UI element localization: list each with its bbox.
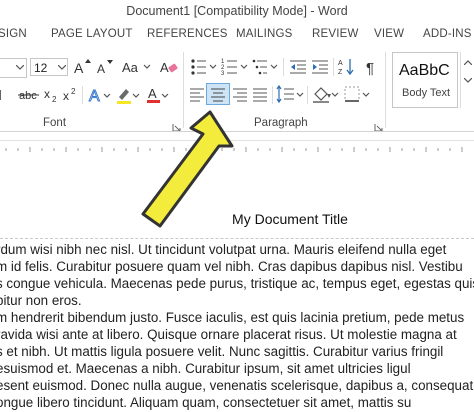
document-line[interactable]: esent euismod. Donec nulla augue, venena… (0, 378, 473, 394)
document-line[interactable]: ravida wisi ante at libero. Quisque orna… (0, 327, 457, 343)
strikethrough-partial-icon[interactable] (0, 88, 12, 102)
document-line[interactable]: s et nibh. Ut mattis ligula posuere veli… (0, 344, 443, 360)
bullets-icon[interactable] (190, 57, 218, 77)
svg-text:Z: Z (338, 69, 343, 76)
svg-text:3: 3 (221, 71, 225, 77)
svg-text:x: x (44, 87, 50, 101)
grow-font-icon[interactable]: A (72, 57, 92, 77)
align-right-icon[interactable] (230, 84, 250, 104)
text-highlight-color-icon[interactable] (116, 85, 140, 105)
style-body-text[interactable]: AaBbC Body Text (392, 52, 458, 108)
svg-text:A: A (338, 60, 343, 67)
page-break-line (0, 238, 474, 239)
align-left-icon[interactable] (187, 84, 207, 104)
style-preview: AaBbC (399, 62, 450, 79)
svg-text:2: 2 (71, 87, 76, 96)
svg-text:A: A (97, 62, 105, 76)
ribbon-bottom-border (0, 131, 474, 132)
shading-icon[interactable] (311, 84, 339, 104)
styles-down-icon (464, 78, 472, 83)
paragraph-inner-separator (283, 58, 284, 76)
align-center-icon (211, 88, 225, 102)
strikethrough-icon[interactable]: abc (18, 86, 40, 104)
font-dialog-launcher-icon[interactable] (172, 119, 181, 132)
decrease-indent-icon[interactable] (288, 57, 308, 77)
document-line[interactable]: bitur non eros. (0, 293, 82, 309)
styles-scroll[interactable] (460, 52, 474, 108)
sort-icon[interactable]: AZ (337, 57, 357, 77)
line-spacing-icon[interactable] (276, 84, 304, 104)
tab-references[interactable]: REFERENCES (147, 28, 228, 40)
change-case-icon[interactable]: Aa (120, 57, 154, 77)
superscript-icon[interactable]: x2 (62, 86, 80, 104)
document-line[interactable]: ongue libero tincidunt. Aliquam quam, co… (0, 395, 411, 411)
font-size-value: 12 (34, 61, 48, 75)
justify-icon[interactable] (250, 84, 270, 104)
borders-icon[interactable] (342, 84, 370, 104)
tab-design[interactable]: SIGN (0, 28, 27, 40)
paragraph-inner-separator-3 (272, 86, 273, 104)
document-title[interactable]: My Document Title (200, 211, 380, 227)
text-effects-icon[interactable]: A (88, 85, 112, 105)
increase-indent-icon[interactable] (310, 57, 330, 77)
document-line[interactable]: rdum wisi nibh nec nisl. Ut tincidunt vo… (0, 242, 446, 258)
font-size-dropdown-icon (58, 65, 66, 70)
svg-text:A: A (89, 88, 100, 105)
paragraph-inner-separator-4 (307, 86, 308, 104)
svg-text:abc: abc (19, 90, 37, 102)
window-title: Document1 [Compatibility Mode] - Word (126, 4, 348, 18)
svg-text:2: 2 (52, 95, 57, 104)
svg-text:x: x (63, 89, 69, 103)
font-name-dropdown-icon[interactable] (14, 58, 26, 76)
paragraph-group-label: Paragraph (254, 117, 308, 129)
paragraph-dialog-launcher-icon[interactable] (374, 119, 383, 132)
document-line[interactable]: m id felis. Curabitur posuere quam vel n… (0, 259, 463, 275)
svg-text:A: A (160, 60, 169, 75)
style-name: Body Text (402, 87, 451, 99)
font-group-label: Font (43, 117, 67, 129)
tab-mailings[interactable]: MAILINGS (236, 28, 293, 40)
document-line[interactable]: s congue vehicula. Maecenas pede purus, … (0, 276, 474, 292)
font-paragraph-separator (183, 52, 184, 128)
tab-page-layout[interactable]: PAGE LAYOUT (51, 28, 133, 40)
svg-text:A: A (74, 60, 84, 76)
paragraph-inner-separator-2 (333, 58, 334, 76)
numbering-icon[interactable]: 123 (221, 57, 249, 77)
tab-view[interactable]: VIEW (374, 28, 404, 40)
align-center-button[interactable] (206, 83, 230, 105)
svg-text:Aa: Aa (122, 60, 139, 75)
svg-text:A: A (148, 86, 157, 101)
svg-text:¶: ¶ (366, 60, 374, 77)
subscript-icon[interactable]: x2 (43, 86, 61, 104)
horizontal-ruler[interactable] (0, 140, 474, 159)
ruler-ticks (5, 147, 463, 152)
shrink-font-icon[interactable]: A (95, 57, 115, 77)
tab-add-ins[interactable]: ADD-INS (423, 28, 472, 40)
styles-up-icon (464, 60, 472, 65)
clear-formatting-icon[interactable]: A (159, 57, 179, 77)
document-line[interactable]: m hendrerit bibendum justo. Fusce iaculi… (0, 310, 464, 326)
font-size-box[interactable]: 12 (30, 58, 68, 76)
paragraph-styles-separator (385, 52, 386, 128)
tab-review[interactable]: REVIEW (312, 28, 359, 40)
font-color-icon[interactable]: A (146, 85, 170, 105)
document-line[interactable]: esuismod et. Maecenas a nibh. Curabitur … (0, 361, 411, 377)
multilevel-list-icon[interactable] (252, 57, 280, 77)
show-hide-marks-icon[interactable]: ¶ (362, 57, 382, 77)
font-inner-separator (82, 86, 83, 104)
